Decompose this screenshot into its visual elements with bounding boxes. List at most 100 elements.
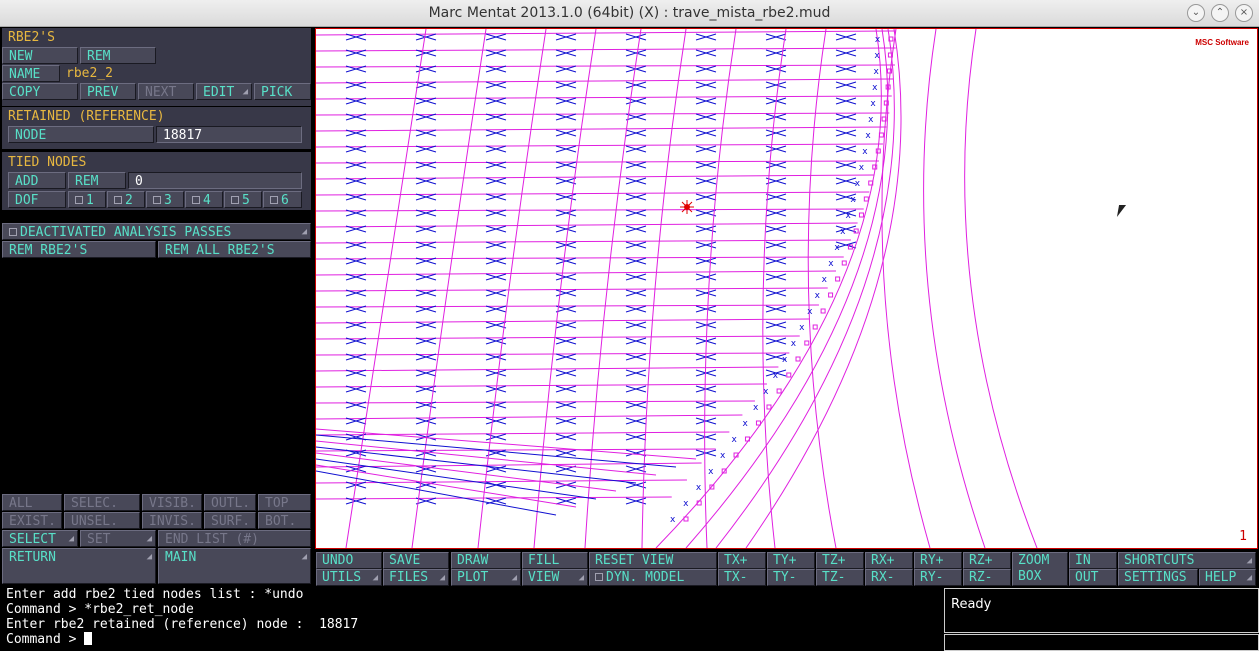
element-mark — [695, 81, 717, 89]
graphics-viewport[interactable]: xxxxxxxxxxxxxxxxxxxxxxxxxxxxxxx MSC Soft… — [315, 28, 1258, 549]
view-button[interactable]: VIEW ◢ — [522, 569, 588, 586]
tx-plus-button[interactable]: TX+ — [718, 552, 766, 569]
set-button[interactable]: SET ◢ — [80, 530, 156, 547]
element-mark — [625, 65, 647, 73]
dof-toggle-4[interactable]: 4 — [185, 191, 223, 208]
element-mark — [625, 305, 647, 313]
return-label: RETURN — [9, 550, 56, 565]
end-list-button[interactable]: END LIST (#) — [158, 530, 311, 547]
shortcuts-button[interactable]: SHORTCUTS ◢ — [1118, 552, 1256, 569]
dof-button[interactable]: DOF — [8, 191, 66, 208]
element-mark — [695, 177, 717, 185]
element-mark — [555, 193, 577, 201]
ry-minus-button[interactable]: RY- — [914, 569, 962, 586]
select-button[interactable]: SELECT ◢ — [2, 530, 78, 547]
element-mark — [695, 417, 717, 425]
save-button[interactable]: SAVE — [383, 552, 449, 569]
dof-toggle-2[interactable]: 2 — [107, 191, 145, 208]
ry-plus-button[interactable]: RY+ — [914, 552, 962, 569]
rz-minus-button[interactable]: RZ- — [963, 569, 1011, 586]
select-all-button[interactable]: ALL — [2, 494, 62, 511]
dof-toggle-3[interactable]: 3 — [146, 191, 184, 208]
command-prompt-line[interactable]: Command > — [6, 632, 937, 647]
zoom-out-button[interactable]: OUT — [1069, 569, 1117, 586]
tz-minus-button[interactable]: TZ- — [816, 569, 864, 586]
plot-button[interactable]: PLOT ◢ — [451, 569, 521, 586]
mesh-line — [316, 440, 657, 476]
mesh-line — [316, 222, 858, 228]
element-mark — [555, 433, 577, 441]
rem-rbe2-button[interactable]: REM — [80, 47, 156, 64]
element-mark — [555, 305, 577, 313]
files-label: FILES — [389, 570, 429, 585]
name-field[interactable]: rbe2_2 — [60, 65, 311, 82]
element-mark — [485, 433, 507, 441]
select-exist-button[interactable]: EXIST. — [2, 512, 62, 529]
dof-toggle-1[interactable]: 1 — [68, 191, 106, 208]
return-button[interactable]: RETURN ◢ — [2, 548, 156, 584]
edit-button[interactable]: EDIT ◢ — [196, 83, 252, 100]
command-console[interactable]: Enter add rbe2 tied nodes list : *undo C… — [0, 586, 943, 651]
rx-plus-button[interactable]: RX+ — [865, 552, 913, 569]
element-mark: x — [865, 131, 871, 141]
prev-button[interactable]: PREV — [80, 83, 136, 100]
rx-minus-button[interactable]: RX- — [865, 569, 913, 586]
status-text: Ready — [951, 597, 992, 612]
title-bar: Marc Mentat 2013.1.0 (64bit) (X) : trave… — [0, 0, 1259, 27]
deactivated-analysis-passes-button[interactable]: DEACTIVATED ANALYSIS PASSES ◢ — [2, 223, 311, 240]
element-mark — [765, 321, 787, 329]
element-mark — [625, 81, 647, 89]
zoom-box-button[interactable]: ZOOM BOX — [1012, 552, 1068, 586]
retained-node-field[interactable]: 18817 — [156, 126, 302, 143]
draw-button[interactable]: DRAW — [451, 552, 521, 569]
element-mark: x — [828, 259, 834, 269]
fill-button[interactable]: FILL — [522, 552, 588, 569]
rz-plus-button[interactable]: RZ+ — [963, 552, 1011, 569]
select-bot-button[interactable]: BOT. — [258, 512, 311, 529]
main-button[interactable]: MAIN ◢ — [158, 548, 311, 584]
select-outl-button[interactable]: OUTL. — [204, 494, 256, 511]
node-marker — [858, 212, 864, 218]
add-tied-button[interactable]: ADD — [8, 172, 66, 189]
zoom-in-button[interactable]: IN — [1069, 552, 1117, 569]
retained-node-button[interactable]: NODE — [8, 126, 154, 143]
dof-toggle-5[interactable]: 5 — [224, 191, 262, 208]
copy-button[interactable]: COPY — [2, 83, 78, 100]
select-visib-button[interactable]: VISIB. — [142, 494, 202, 511]
minimize-icon[interactable]: ⌄ — [1187, 4, 1205, 22]
element-mark — [835, 129, 857, 137]
rem-rbe2s-button[interactable]: REM RBE2'S — [2, 241, 156, 258]
mesh-line — [316, 174, 875, 180]
close-icon[interactable]: × — [1235, 4, 1253, 22]
mesh-line — [316, 160, 879, 164]
element-mark: x — [859, 163, 865, 173]
settings-button[interactable]: SETTINGS — [1118, 569, 1198, 586]
ty-plus-button[interactable]: TY+ — [767, 552, 815, 569]
reset-view-button[interactable]: RESET VIEW — [589, 552, 717, 569]
mesh-line — [316, 496, 672, 500]
utils-button[interactable]: UTILS ◢ — [316, 569, 382, 586]
maximize-icon[interactable]: ⌃ — [1211, 4, 1229, 22]
dof-toggle-6[interactable]: 6 — [263, 191, 302, 208]
tx-minus-button[interactable]: TX- — [718, 569, 766, 586]
name-button[interactable]: NAME — [2, 65, 60, 82]
tz-plus-button[interactable]: TZ+ — [816, 552, 864, 569]
rem-all-rbe2s-button[interactable]: REM ALL RBE2'S — [158, 241, 311, 258]
tied-count-field[interactable]: 0 — [128, 172, 302, 189]
new-button[interactable]: NEW — [2, 47, 78, 64]
next-button[interactable]: NEXT — [138, 83, 194, 100]
select-surf-button[interactable]: SURF. — [204, 512, 256, 529]
select-invis-button[interactable]: INVIS. — [142, 512, 202, 529]
rem-tied-button[interactable]: REM — [68, 172, 126, 189]
element-mark — [415, 241, 437, 249]
select-top-button[interactable]: TOP — [258, 494, 311, 511]
files-button[interactable]: FILES ◢ — [383, 569, 449, 586]
dyn-model-button[interactable]: DYN. MODEL — [589, 569, 717, 586]
select-selec-button[interactable]: SELEC. — [64, 494, 140, 511]
pick-button[interactable]: PICK — [254, 83, 311, 100]
help-button[interactable]: HELP ◢ — [1199, 569, 1256, 586]
select-unsel-button[interactable]: UNSEL. — [64, 512, 140, 529]
element-mark — [695, 113, 717, 121]
undo-button[interactable]: UNDO — [316, 552, 382, 569]
ty-minus-button[interactable]: TY- — [767, 569, 815, 586]
